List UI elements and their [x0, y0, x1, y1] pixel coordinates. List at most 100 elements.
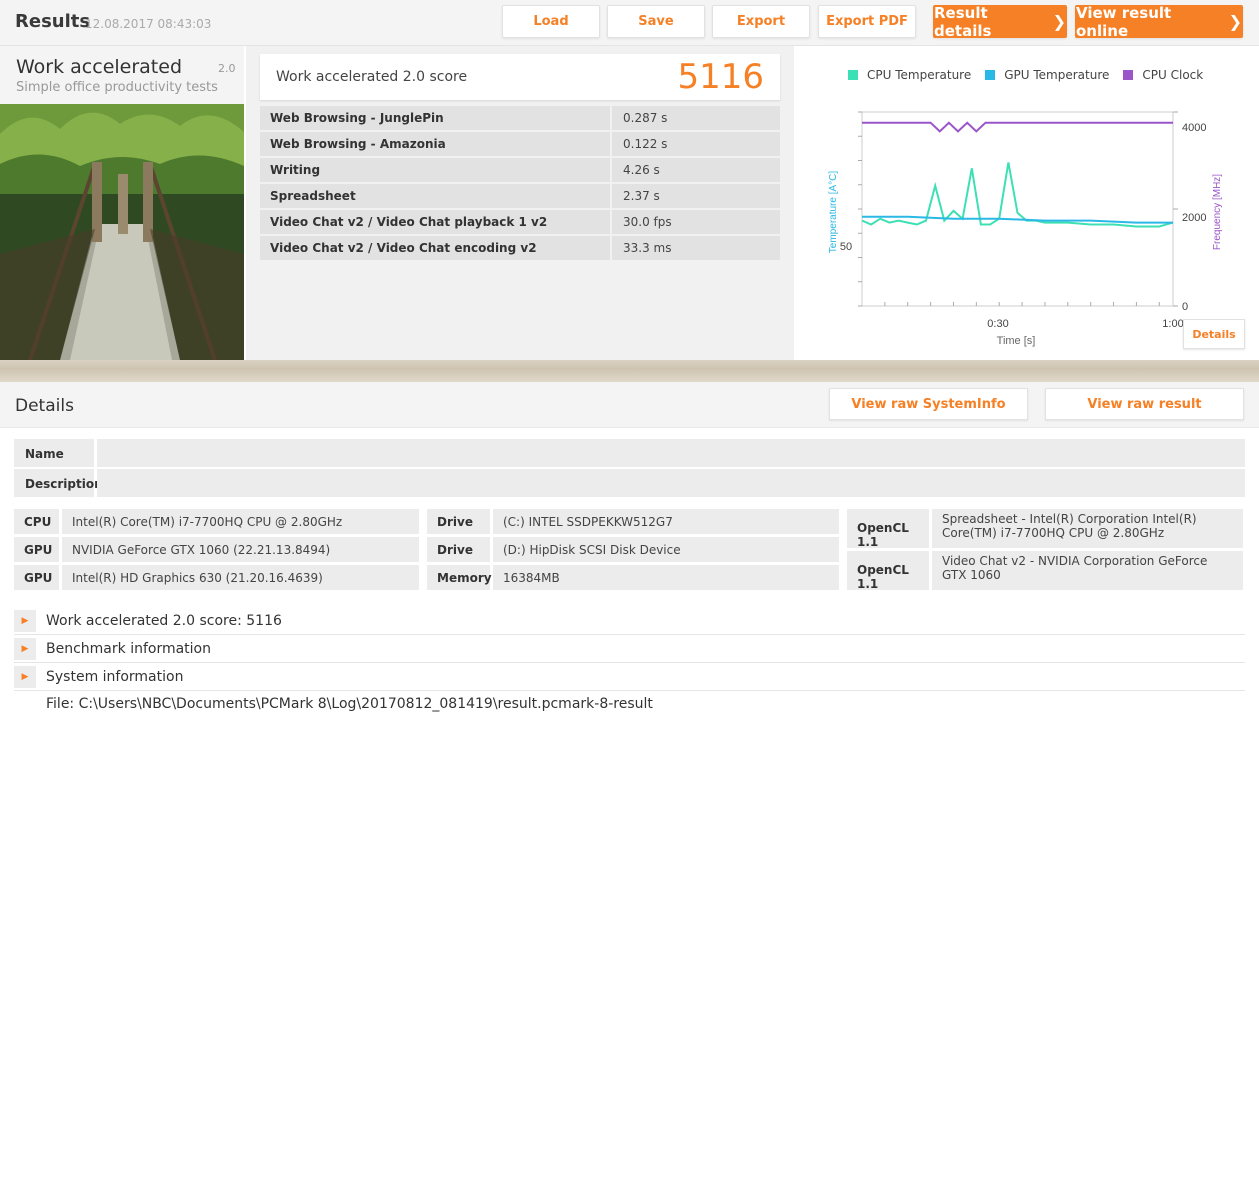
- benchmark-version: 2.0: [218, 62, 236, 75]
- opencl-value: Video Chat v2 - NVIDIA Corporation GeFor…: [932, 551, 1243, 590]
- expand-arrow-icon[interactable]: ▶: [14, 609, 36, 632]
- details-title: Details: [15, 396, 74, 416]
- legend-label: GPU Temperature: [1004, 68, 1110, 82]
- name-value: [97, 439, 1245, 467]
- result-value: 0.287 s: [612, 106, 780, 130]
- x-tick-label: 0:30: [987, 318, 1008, 330]
- result-details-label: Result details: [934, 3, 992, 40]
- system-row: CPU Intel(R) Core(TM) i7-7700HQ CPU @ 2.…: [14, 509, 419, 534]
- y-right-tick-label: 4000: [1182, 122, 1206, 134]
- result-value: 30.0 fps: [612, 210, 780, 234]
- result-value: 2.37 s: [612, 184, 780, 208]
- save-button[interactable]: Save: [607, 5, 705, 38]
- result-value: 0.122 s: [612, 132, 780, 156]
- system-value: (D:) HipDisk SCSI Disk Device: [493, 537, 839, 562]
- score-label: Work accelerated 2.0 score: [276, 69, 468, 85]
- table-row: Web Browsing - Amazonia 0.122 s: [260, 132, 780, 156]
- view-raw-systeminfo-button[interactable]: View raw SystemInfo: [829, 388, 1028, 420]
- expander-label: System information: [46, 668, 184, 685]
- results-table: Web Browsing - JunglePin 0.287 s Web Bro…: [260, 106, 780, 262]
- bridge-image: [0, 104, 244, 360]
- system-key: Drive: [427, 509, 490, 534]
- result-name: Video Chat v2 / Video Chat playback 1 v2: [260, 210, 610, 234]
- system-key: Memory: [427, 565, 492, 590]
- expand-arrow-icon[interactable]: ▶: [14, 637, 36, 660]
- chevron-right-icon: ❯: [1052, 12, 1066, 31]
- result-value: 4.26 s: [612, 158, 780, 182]
- chart-details-button[interactable]: Details: [1183, 319, 1245, 349]
- expander-benchmark-info[interactable]: ▶ Benchmark information: [14, 635, 1245, 663]
- description-row: Description: [14, 469, 1245, 497]
- legend-swatch: [848, 70, 858, 80]
- system-key: GPU: [14, 537, 59, 562]
- system-row: Memory 16384MB: [427, 565, 839, 590]
- expander-label: Work accelerated 2.0 score: 5116: [46, 612, 282, 629]
- score-value: 5116: [677, 57, 764, 97]
- legend-swatch: [985, 70, 996, 80]
- table-row: Video Chat v2 / Video Chat encoding v2 3…: [260, 236, 780, 260]
- opencl-value: Spreadsheet - Intel(R) Corporation Intel…: [932, 509, 1243, 548]
- x-tick-label: 1:00: [1162, 318, 1183, 330]
- result-details-button[interactable]: Result details ❯: [933, 3, 1067, 40]
- benchmark-panel: Work accelerated 2.0 Simple office produ…: [0, 46, 244, 360]
- expander-system-info[interactable]: ▶ System information: [14, 663, 1245, 691]
- system-value: (C:) INTEL SSDPEKKW512G7: [493, 509, 839, 534]
- monitoring-chart-panel: 50 4000 2000 0 0:30 1:00 Time [s] Temper…: [798, 46, 1259, 360]
- table-row: Web Browsing - JunglePin 0.287 s: [260, 106, 780, 130]
- view-result-online-label: View result online: [1076, 3, 1172, 40]
- system-row: Drive (C:) INTEL SSDPEKKW512G7: [427, 509, 839, 534]
- table-row: Video Chat v2 / Video Chat playback 1 v2…: [260, 210, 780, 234]
- result-name: Spreadsheet: [260, 184, 610, 208]
- opencl-row: OpenCL 1.1 Spreadsheet - Intel(R) Corpor…: [847, 509, 1243, 549]
- expand-arrow-icon[interactable]: ▶: [14, 665, 36, 688]
- legend-item[interactable]: CPU Temperature: [848, 68, 971, 82]
- result-value: 33.3 ms: [612, 236, 780, 260]
- page-title: Results: [15, 11, 91, 32]
- table-row: Writing 4.26 s: [260, 158, 780, 182]
- top-bar: Results 12.08.2017 08:43:03 Load Save Ex…: [0, 0, 1259, 46]
- chart-legend: CPU Temperature GPU Temperature CPU Cloc…: [848, 68, 1217, 82]
- legend-label: CPU Clock: [1142, 68, 1204, 82]
- system-value: NVIDIA GeForce GTX 1060 (22.21.13.8494): [62, 537, 419, 562]
- decorative-divider: [0, 360, 1259, 382]
- legend-label: CPU Temperature: [867, 68, 972, 82]
- view-result-online-button[interactable]: View result online ❯: [1075, 3, 1243, 40]
- result-timestamp: 12.08.2017 08:43:03: [85, 17, 212, 31]
- result-name: Video Chat v2 / Video Chat encoding v2: [260, 236, 610, 260]
- y-left-axis-label: Temperature [A°C]: [828, 171, 839, 254]
- description-value: [97, 469, 1245, 497]
- expander-label: Benchmark information: [46, 640, 211, 657]
- system-value: 16384MB: [493, 565, 839, 590]
- export-pdf-button[interactable]: Export PDF: [818, 5, 916, 38]
- result-name: Writing: [260, 158, 610, 182]
- legend-item[interactable]: GPU Temperature: [985, 68, 1109, 82]
- opencl-key: OpenCL 1.1: [847, 551, 929, 591]
- name-label: Name: [14, 439, 94, 467]
- y-right-tick-label: 2000: [1182, 212, 1206, 224]
- legend-swatch: [1123, 70, 1134, 80]
- view-raw-result-button[interactable]: View raw result: [1045, 388, 1244, 420]
- score-panel: Work accelerated 2.0 score 5116 Web Brow…: [246, 46, 794, 360]
- system-key: Drive: [427, 537, 490, 562]
- x-axis-label: Time [s]: [997, 335, 1036, 347]
- table-row: Spreadsheet 2.37 s: [260, 184, 780, 208]
- chevron-right-icon: ❯: [1228, 12, 1242, 31]
- system-key: GPU: [14, 565, 59, 590]
- result-name: Web Browsing - JunglePin: [260, 106, 610, 130]
- system-value: Intel(R) HD Graphics 630 (21.20.16.4639): [62, 565, 419, 590]
- opencl-key: OpenCL 1.1: [847, 509, 929, 549]
- system-key: CPU: [14, 509, 59, 534]
- benchmark-subtitle: Simple office productivity tests: [16, 80, 218, 95]
- y-right-tick-label: 0: [1182, 301, 1188, 313]
- y-left-tick-label: 50: [840, 241, 852, 253]
- benchmark-image: [0, 104, 244, 360]
- export-button[interactable]: Export: [712, 5, 810, 38]
- monitoring-chart: 50 4000 2000 0 0:30 1:00 Time [s] Temper…: [828, 111, 1223, 347]
- benchmark-name: Work accelerated: [16, 56, 182, 78]
- name-row: Name: [14, 439, 1245, 467]
- details-header: Details View raw SystemInfo View raw res…: [0, 382, 1259, 428]
- y-right-axis-label: Frequency [MHz]: [1212, 174, 1223, 250]
- expander-score[interactable]: ▶ Work accelerated 2.0 score: 5116: [14, 607, 1245, 635]
- legend-item[interactable]: CPU Clock: [1123, 68, 1203, 82]
- load-button[interactable]: Load: [502, 5, 600, 38]
